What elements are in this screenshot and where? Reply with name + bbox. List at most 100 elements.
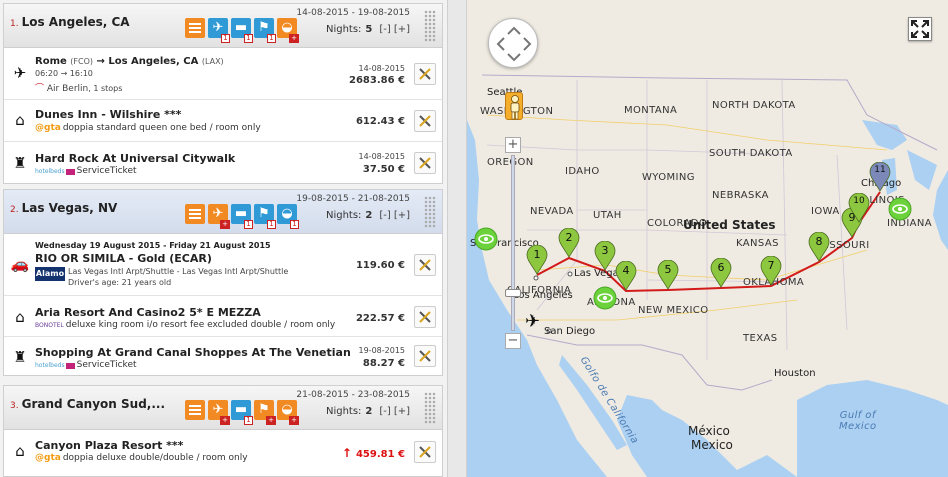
hotel-row[interactable]: ⌂ Canyon Plaza Resort *** @gta doppia del… — [4, 430, 442, 476]
menu-button[interactable] — [185, 204, 205, 224]
hotel-description: BONOTEL deluxe king room i/o resort fee e… — [35, 320, 336, 330]
add-hotel-button[interactable]: ▬ 1 — [231, 400, 253, 425]
eye-marker-icon[interactable] — [473, 226, 499, 252]
hotel-row[interactable]: ⌂ Aria Resort And Casino2 5* E MEZZA BON… — [4, 296, 442, 337]
activity-price: 88.27 € — [362, 358, 405, 369]
route-marker[interactable]: 8 — [808, 231, 830, 262]
drag-handle[interactable] — [424, 10, 436, 42]
count-badge: 1 — [244, 220, 253, 229]
car-row[interactable]: 🚗 Wednesday 19 August 2015 - Friday 21 A… — [4, 234, 442, 296]
pan-control[interactable] — [488, 18, 538, 68]
activity-row[interactable]: ♜ Hard Rock At Universal Citywalk hotelb… — [4, 142, 442, 183]
tools-icon — [419, 350, 431, 362]
destination-title[interactable]: 3. Grand Canyon Sud,... — [10, 397, 165, 411]
map-label: IDAHO — [565, 166, 600, 177]
zoom-slider-track[interactable] — [511, 155, 515, 331]
eye-marker-icon[interactable] — [887, 196, 913, 222]
hotel-row[interactable]: ⌂ Dunes Inn - Wilshire *** @gta doppia st… — [4, 100, 442, 142]
destination-card: 1. Los Angeles, CA ✈ 1 ▬ 1 ⚑ 1 ◒ + 14-08-2015… — [3, 3, 443, 184]
zoom-slider-handle[interactable] — [505, 289, 521, 297]
fullscreen-icon — [911, 20, 929, 38]
route-marker-label: 11 — [874, 165, 886, 175]
nights-increase[interactable]: [+] — [394, 24, 410, 35]
destination-actions: ✈ + ▬ 1 ⚑ 1 ◒ 1 — [185, 204, 299, 229]
itinerary-panel: 1. Los Angeles, CA ✈ 1 ▬ 1 ⚑ 1 ◒ + 14-08-2015… — [0, 0, 447, 477]
edit-tools-button[interactable] — [414, 152, 436, 174]
add-hotel-button[interactable]: ▬ 1 — [231, 18, 253, 43]
drag-handle[interactable] — [424, 392, 436, 424]
menu-button[interactable] — [185, 18, 205, 38]
nights-control: Nights: 2 [-] [+] — [326, 210, 410, 221]
route-marker[interactable]: 5 — [657, 259, 679, 290]
bonotel-logo: BONOTEL — [35, 322, 64, 329]
add-car-button[interactable]: ◒ + — [277, 18, 299, 43]
route-marker[interactable]: 3 — [594, 240, 616, 271]
edit-tools-button[interactable] — [414, 441, 436, 463]
map-label: San Diego — [544, 326, 596, 337]
activity-name: Hard Rock At Universal Citywalk — [35, 152, 236, 165]
add-hotel-button[interactable]: ▬ 1 — [231, 204, 253, 229]
menu-icon — [189, 405, 201, 407]
destination-dates: 14-08-2015 - 19-08-2015 — [296, 8, 410, 18]
route-marker[interactable]: 7 — [760, 255, 782, 286]
destination-card: 3. Grand Canyon Sud,... ✈ + ▬ 1 ⚑ + ◒ + 21-08… — [3, 385, 443, 477]
destination-dates: 21-08-2015 - 23-08-2015 — [296, 390, 410, 400]
edit-tools-button[interactable] — [414, 345, 436, 367]
menu-button[interactable] — [185, 400, 205, 420]
route-marker[interactable]: 4 — [615, 260, 637, 291]
hotel-price: ↑ 459.81 € — [341, 446, 405, 460]
flight-row[interactable]: ✈ Rome (FCO) → Los Angeles, CA (LAX) 06:… — [4, 48, 442, 100]
drag-handle[interactable] — [424, 196, 436, 228]
nights-decrease[interactable]: [-] — [379, 406, 390, 417]
nights-label: Nights: — [325, 210, 362, 221]
hotel-price: 222.57 € — [355, 313, 405, 324]
destination-header[interactable]: 3. Grand Canyon Sud,... ✈ + ▬ 1 ⚑ + ◒ + 21-08… — [4, 386, 442, 430]
activity-row[interactable]: ♜ Shopping At Grand Canal Shoppes At The… — [4, 337, 442, 375]
route-marker[interactable]: 11 — [869, 161, 891, 192]
route-marker[interactable]: 1 — [526, 244, 548, 275]
destination-header[interactable]: 2. Las Vegas, NV ✈ + ▬ 1 ⚑ 1 ◒ 1 19-08-2015 -… — [4, 190, 442, 234]
fullscreen-button[interactable] — [908, 17, 932, 41]
destination-title[interactable]: 2. Las Vegas, NV — [10, 201, 117, 215]
map-label: United States — [683, 218, 776, 232]
nights-decrease[interactable]: [-] — [379, 24, 390, 35]
street-view-pegman[interactable] — [505, 92, 523, 120]
destination-header[interactable]: 1. Los Angeles, CA ✈ 1 ▬ 1 ⚑ 1 ◒ + 14-08-2015… — [4, 4, 442, 48]
count-badge: 1 — [221, 34, 230, 43]
add-car-button[interactable]: ◒ 1 — [277, 204, 299, 229]
house-icon: ⌂ — [15, 442, 25, 460]
nights-increase[interactable]: [+] — [394, 406, 410, 417]
route-marker[interactable]: 10 — [848, 192, 870, 223]
nights-increase[interactable]: [+] — [394, 210, 410, 221]
menu-icon — [189, 209, 201, 211]
pan-arrows-icon — [496, 26, 532, 62]
edit-tools-button[interactable] — [414, 63, 436, 85]
zoom-out-button[interactable]: − — [505, 333, 521, 349]
route-marker[interactable]: 2 — [558, 227, 580, 258]
flight-time: 06:20 → 16:10 — [35, 69, 93, 78]
destination-actions: ✈ + ▬ 1 ⚑ + ◒ + — [185, 400, 299, 425]
car-name: RIO OR SIMILA - Gold (ECAR) — [35, 252, 212, 265]
edit-tools-button[interactable] — [414, 306, 436, 328]
activity-description: hotelbeds ServiceTicket — [35, 166, 137, 176]
hotel-name: Canyon Plaza Resort *** — [35, 439, 184, 452]
edit-tools-button[interactable] — [414, 110, 436, 132]
activity-date: 19-08-2015 — [358, 346, 406, 355]
add-activity-button[interactable]: ⚑ 1 — [254, 204, 276, 229]
add-flight-button[interactable]: ✈ + — [208, 400, 230, 425]
activity-date: 14-08-2015 — [358, 152, 406, 161]
nights-decrease[interactable]: [-] — [379, 210, 390, 221]
zoom-in-button[interactable]: + — [505, 137, 521, 153]
route-marker[interactable]: 6 — [710, 257, 732, 288]
add-flight-button[interactable]: ✈ 1 — [208, 18, 230, 43]
add-activity-button[interactable]: ⚑ + — [254, 400, 276, 425]
alamo-logo: Alamo — [35, 267, 65, 281]
destination-title[interactable]: 1. Los Angeles, CA — [10, 15, 130, 29]
add-car-button[interactable]: ◒ + — [277, 400, 299, 425]
add-activity-button[interactable]: ⚑ 1 — [254, 18, 276, 43]
panel-splitter[interactable] — [447, 0, 467, 477]
flight-route: Rome (FCO) → Los Angeles, CA (LAX) — [35, 56, 224, 67]
edit-tools-button[interactable] — [414, 254, 436, 276]
route-map[interactable]: Seattle WASHINGTON MONTANA NORTH DAKOTA … — [467, 0, 948, 477]
add-flight-button[interactable]: ✈ + — [208, 204, 230, 229]
